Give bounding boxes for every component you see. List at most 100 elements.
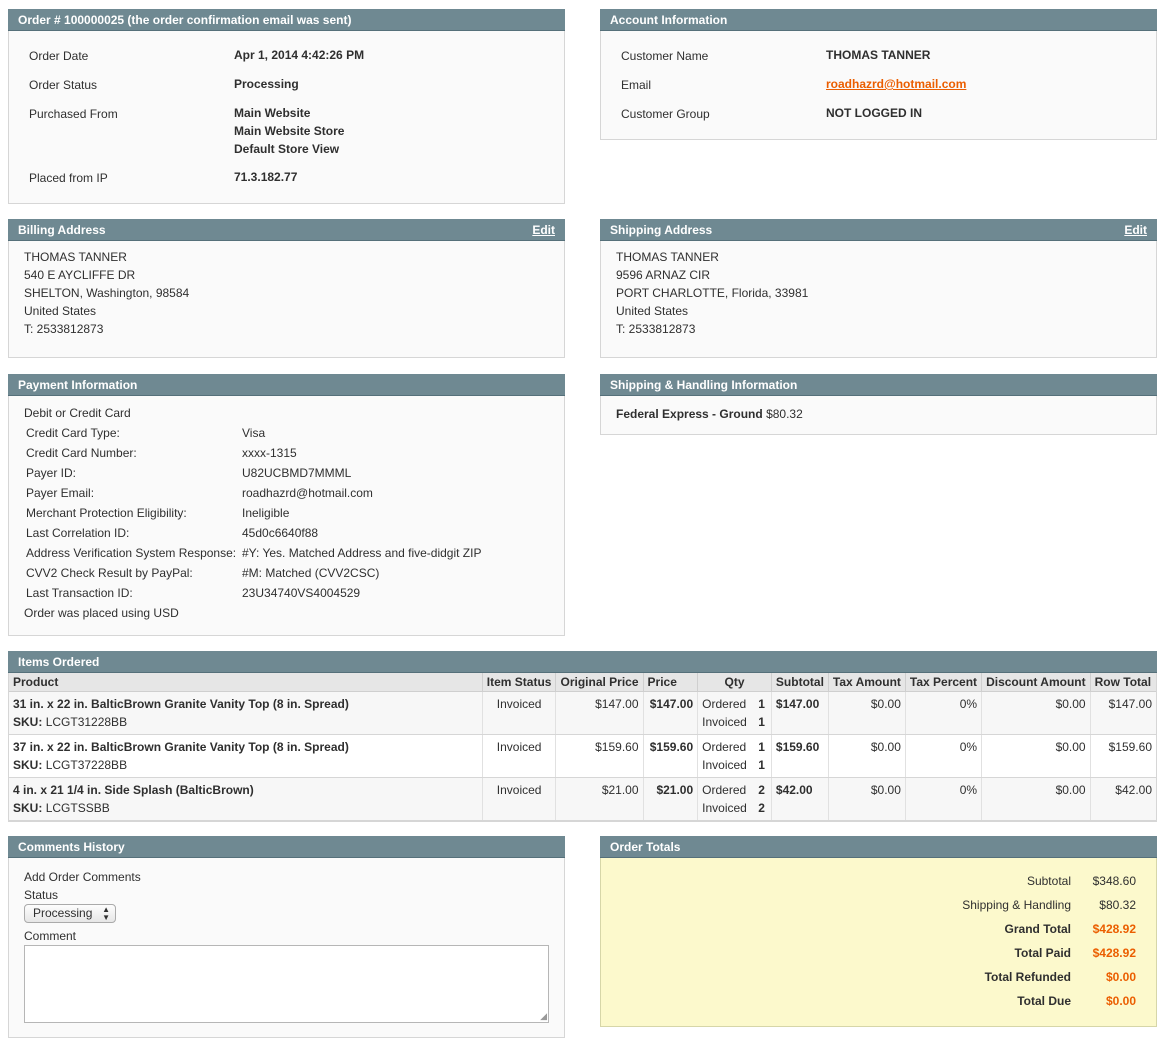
item-subtotal: $147.00 xyxy=(771,691,829,735)
totals-row-grand-total: Grand Total $428.92 xyxy=(601,917,1156,941)
billing-country: United States xyxy=(24,304,97,318)
totals-value: $428.92 xyxy=(1092,922,1136,936)
item-tax-percent: 0% xyxy=(905,777,983,821)
item-subtotal: $42.00 xyxy=(771,777,829,821)
payment-detail-value: Ineligible xyxy=(242,506,290,520)
billing-edit-link[interactable]: Edit xyxy=(532,219,555,241)
payment-detail-row: Payer ID: U82UCBMD7MMML xyxy=(24,463,549,483)
payment-detail-value: Visa xyxy=(242,426,266,440)
customer-email-link[interactable]: roadhazrd@hotmail.com xyxy=(826,77,966,91)
items-table: Product Item Status Original Price Price… xyxy=(9,673,1156,821)
payment-detail-row: Credit Card Type: Visa xyxy=(24,423,549,443)
billing-address-header: Billing Address Edit xyxy=(8,219,565,241)
qty-invoiced-value: 1 xyxy=(758,757,765,772)
payment-currency-note: Order was placed using USD xyxy=(24,606,179,620)
payment-detail-label: Last Transaction ID: xyxy=(26,586,133,600)
payment-detail-row: Last Correlation ID: 45d0c6640f88 xyxy=(24,523,549,543)
comments-history-panel: Comments History Add Order Comments Stat… xyxy=(8,836,565,1038)
payment-detail-label: CVV2 Check Result by PayPal: xyxy=(26,566,193,580)
shipping-handling-panel: Shipping & Handling Information Federal … xyxy=(600,374,1157,435)
item-tax-percent: 0% xyxy=(905,691,983,735)
order-date-value: Apr 1, 2014 4:42:26 PM xyxy=(234,48,365,62)
shipping-street: 9596 ARNAZ CIR xyxy=(616,268,711,282)
totals-row-total-due: Total Due $0.00 xyxy=(601,989,1156,1013)
shipping-address-header: Shipping Address Edit xyxy=(600,219,1157,241)
totals-label: Total Due xyxy=(1017,994,1071,1008)
item-row: 4 in. x 21 1/4 in. Side Splash (BalticBr… xyxy=(9,777,1156,821)
account-info-header: Account Information xyxy=(600,9,1157,31)
purchased-from-website: Main Website xyxy=(234,106,311,120)
item-row: 31 in. x 22 in. BalticBrown Granite Vani… xyxy=(9,691,1156,735)
item-name: 37 in. x 22 in. BalticBrown Granite Vani… xyxy=(13,739,349,754)
add-comments-label: Add Order Comments xyxy=(24,870,141,884)
item-discount: $0.00 xyxy=(981,777,1091,821)
totals-row-total-refunded: Total Refunded $0.00 xyxy=(601,965,1156,989)
qty-invoiced-label: Invoiced xyxy=(702,757,747,772)
qty-invoiced-label: Invoiced xyxy=(702,714,747,729)
payment-detail-row: Address Verification System Response: #Y:… xyxy=(24,543,549,563)
payment-detail-value: xxxx-1315 xyxy=(242,446,297,460)
col-original-price: Original Price xyxy=(555,673,644,692)
col-subtotal: Subtotal xyxy=(771,673,829,692)
billing-name: THOMAS TANNER xyxy=(24,250,127,264)
qty-ordered-label: Ordered xyxy=(702,782,747,797)
account-info-panel: Account Information Customer Name THOMAS… xyxy=(600,9,1157,140)
qty-ordered-value: 1 xyxy=(758,696,765,711)
item-status: Invoiced xyxy=(482,777,557,821)
item-price: $147.00 xyxy=(643,691,699,735)
customer-name-value: THOMAS TANNER xyxy=(826,48,931,62)
payment-detail-value: roadhazrd@hotmail.com xyxy=(242,486,373,500)
item-status: Invoiced xyxy=(482,691,557,735)
comment-textarea[interactable]: ◢ xyxy=(24,945,549,1023)
sku-value: LCGT37228BB xyxy=(45,757,128,772)
shipping-method: Federal Express - Ground xyxy=(616,407,763,421)
item-tax-amount: $0.00 xyxy=(828,691,906,735)
item-product-cell: 31 in. x 22 in. BalticBrown Granite Vani… xyxy=(9,691,483,735)
sku-label: SKU: xyxy=(13,714,43,729)
purchased-from-store: Main Website Store xyxy=(234,124,345,138)
textarea-resize-icon[interactable]: ◢ xyxy=(540,1011,547,1022)
payment-method: Debit or Credit Card xyxy=(24,406,131,420)
customer-name-label: Customer Name xyxy=(621,49,709,63)
item-original-price: $21.00 xyxy=(555,777,644,821)
item-qty: Ordered 2 Invoiced 2 xyxy=(697,777,772,821)
status-label: Status xyxy=(24,888,59,902)
payment-detail-label: Merchant Protection Eligibility: xyxy=(26,506,187,520)
col-tax-percent: Tax Percent xyxy=(905,673,983,692)
col-discount-amount: Discount Amount xyxy=(981,673,1091,692)
items-ordered-panel: Items Ordered Product Item Status Origin… xyxy=(8,651,1157,822)
email-label: Email xyxy=(621,78,652,92)
item-sku: SKU: LCGT37228BB xyxy=(13,756,478,774)
item-sku: SKU: LCGTSSBB xyxy=(13,799,478,817)
shipping-name: THOMAS TANNER xyxy=(616,250,719,264)
item-name: 31 in. x 22 in. BalticBrown Granite Vani… xyxy=(13,696,349,711)
totals-value: $0.00 xyxy=(1105,994,1136,1008)
item-tax-amount: $0.00 xyxy=(828,777,906,821)
totals-value: $348.60 xyxy=(1092,874,1136,888)
payment-detail-value: 23U34740VS4004529 xyxy=(242,586,361,600)
purchased-from-view: Default Store View xyxy=(234,142,340,156)
totals-value: $428.92 xyxy=(1092,946,1136,960)
col-qty: Qty xyxy=(697,673,772,692)
item-price: $21.00 xyxy=(643,777,699,821)
order-totals-header: Order Totals xyxy=(600,836,1157,858)
payment-detail-row: Last Transaction ID: 23U34740VS4004529 xyxy=(24,583,549,603)
item-product-cell: 37 in. x 22 in. BalticBrown Granite Vani… xyxy=(9,734,483,778)
col-product: Product xyxy=(9,673,483,692)
comments-history-header: Comments History xyxy=(8,836,565,858)
totals-table: Subtotal $348.60 Shipping & Handling $80… xyxy=(601,869,1156,1013)
customer-group-value: NOT LOGGED IN xyxy=(826,106,922,120)
order-status-value: Processing xyxy=(234,77,299,91)
totals-label: Shipping & Handling xyxy=(962,898,1071,912)
sku-label: SKU: xyxy=(13,757,43,772)
shipping-city: PORT CHARLOTTE, Florida, 33981 xyxy=(616,286,809,300)
item-original-price: $147.00 xyxy=(555,691,644,735)
status-select[interactable]: Processing ▲ ▼ xyxy=(24,904,116,923)
item-tax-percent: 0% xyxy=(905,734,983,778)
payment-detail-label: Last Correlation ID: xyxy=(26,526,130,540)
item-sku: SKU: LCGT31228BB xyxy=(13,713,478,731)
payment-detail-label: Credit Card Number: xyxy=(26,446,137,460)
item-qty: Ordered 1 Invoiced 1 xyxy=(697,691,772,735)
qty-ordered-label: Ordered xyxy=(702,696,747,711)
shipping-edit-link[interactable]: Edit xyxy=(1124,219,1147,241)
